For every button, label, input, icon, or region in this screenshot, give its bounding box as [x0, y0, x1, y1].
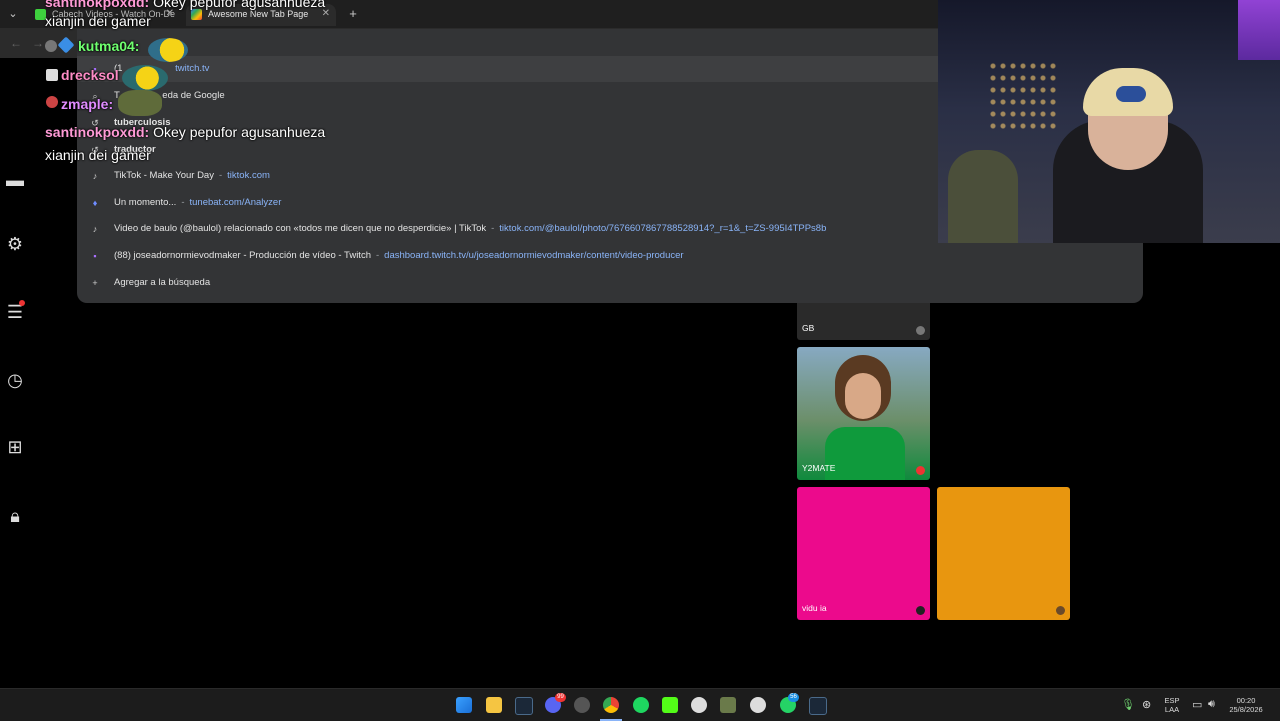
tile-favicon — [916, 466, 925, 475]
tunebat-icon: ♦ — [92, 198, 98, 208]
plus-icon: + — [92, 278, 98, 288]
gear-icon[interactable]: ⚙ — [5, 234, 25, 254]
whatsapp-badge: 56 — [788, 693, 799, 702]
chat-text: xianjin dei gamer — [45, 147, 151, 163]
suggestion-title: Agregar a la búsqueda — [114, 277, 211, 288]
discord-badge: 99 — [555, 693, 566, 702]
chrome-icon[interactable] — [603, 697, 619, 713]
chat-message: drecksol — [61, 67, 119, 83]
tile-favicon — [916, 326, 925, 335]
chat-text: Okey pepufor agusanhueza — [153, 0, 326, 10]
suggestion-title: Un momento... — [114, 197, 177, 208]
lock-icon[interactable]: 🔒︎ — [5, 506, 25, 526]
suggestion-title: TikTok - Make Your Day — [114, 170, 214, 181]
language-code: ESP — [1164, 696, 1180, 705]
emote-image — [148, 38, 188, 62]
omnibox-suggestion[interactable]: ▪ (88) joseadornormievodmaker - Producci… — [77, 243, 1143, 269]
chat-username: drecksol — [61, 67, 119, 83]
tile-favicon — [916, 606, 925, 615]
clock[interactable]: 00:20 25/8/2026 — [1224, 696, 1268, 714]
photo-shirt — [825, 427, 905, 480]
file-explorer-icon[interactable] — [486, 697, 502, 713]
tile-label: GB — [802, 323, 815, 333]
suggestion-title: Video de baulo (@baulol) relacionado con… — [114, 223, 487, 234]
shortcut-tile-gb[interactable]: GB — [797, 303, 930, 340]
omnibox-suggestion[interactable]: + Agregar a la búsqueda — [77, 270, 1143, 296]
volume-icon[interactable]: 🔊︎ — [1208, 698, 1215, 711]
emote-image — [122, 65, 168, 91]
windows-taskbar: 99 56 🎙︎ ⊛ ESP LAA ▭ 🔊︎ 00:20 25/8/2026 — [0, 688, 1280, 721]
microphone-icon[interactable]: 🎙︎ — [1121, 698, 1135, 711]
hat-logo — [1116, 86, 1146, 102]
tile-favicon — [1056, 606, 1065, 615]
twitch-icon: ▪ — [93, 251, 97, 261]
chat-text: Okey pepufor agusanhueza — [153, 124, 326, 140]
chat-username: santinokpoxdd: — [45, 0, 150, 10]
new-tab-icon — [191, 9, 202, 20]
tiktok-icon: ♪ — [92, 171, 98, 181]
chat-message: xianjin dei gamer — [45, 13, 151, 29]
chat-username: santinokpoxdd: — [45, 124, 150, 140]
city-lights — [988, 60, 1058, 130]
language-indicator[interactable]: ESP LAA — [1162, 696, 1182, 714]
chat-message: kutma04: — [78, 38, 139, 54]
back-arrow-icon[interactable]: ← — [10, 36, 22, 50]
chat-text: xianjin dei gamer — [45, 13, 151, 29]
purple-light — [1238, 0, 1280, 60]
shortcut-tile-orange[interactable] — [937, 487, 1070, 620]
chat-username: kutma04: — [78, 38, 140, 54]
chat-message: santinokpoxdd: Okey pepufor agusanhueza — [45, 124, 325, 140]
steam-icon[interactable] — [809, 697, 827, 715]
history-icon[interactable]: ◷ — [5, 370, 25, 390]
shortcut-tile-vidu[interactable]: vidu ia — [797, 487, 930, 620]
webcam-overlay — [938, 0, 1280, 243]
tile-label: vidu ia — [802, 603, 827, 613]
suggestion-url: tiktok.com/@baulol/photo/767660786778852… — [499, 223, 827, 234]
chat-username: zmaple: — [61, 96, 114, 112]
app-icon[interactable] — [720, 697, 736, 713]
chat-message: zmaple: — [61, 96, 113, 112]
shortcut-tile-y2mate[interactable]: Y2MATE — [797, 347, 930, 480]
ccleaner-icon[interactable] — [691, 697, 707, 713]
badge-icon — [45, 40, 57, 52]
ccleaner-icon[interactable] — [750, 697, 766, 713]
notification-dot — [19, 300, 25, 306]
kick-icon[interactable] — [662, 697, 678, 713]
spotify-icon[interactable] — [633, 697, 649, 713]
obs-icon[interactable] — [574, 697, 590, 713]
gamepad-icon[interactable]: ▬ — [5, 170, 25, 190]
chat-message: xianjin dei gamer — [45, 147, 151, 163]
badge-icon — [46, 96, 58, 108]
keyboard-layout: LAA — [1164, 705, 1180, 714]
display-icon[interactable]: ▭ — [1192, 698, 1202, 711]
chat-message: santinokpoxdd: Okey pepufor agusanhueza — [45, 0, 325, 10]
tile-label: Y2MATE — [802, 463, 836, 473]
windows-start-icon[interactable] — [456, 697, 472, 713]
steam-icon[interactable] — [515, 697, 533, 715]
tiktok-icon: ♪ — [92, 224, 98, 234]
checkbox-badge-icon — [46, 69, 58, 81]
suggestion-url: dashboard.twitch.tv/u/joseadornormievodm… — [384, 250, 684, 261]
clock-time: 00:20 — [1236, 696, 1256, 705]
tab-title: Awesome New Tab Page — [208, 9, 309, 19]
clock-date: 25/8/2026 — [1229, 705, 1263, 714]
plush-toy — [948, 150, 1018, 243]
emote-image — [118, 90, 162, 116]
forward-arrow-icon[interactable]: → — [32, 36, 44, 50]
suggestion-title: (88) joseadornormievodmaker - Producción… — [114, 250, 371, 261]
new-tab-button[interactable]: + — [346, 6, 360, 21]
suggestion-url: tunebat.com/Analyzer — [189, 197, 282, 208]
tab-search-button[interactable]: ⌄ — [4, 5, 22, 23]
photo-face — [845, 373, 881, 419]
network-icon[interactable]: ⊛ — [1142, 698, 1151, 711]
add-icon[interactable]: ⊞ — [5, 437, 25, 457]
suggestion-url: tiktok.com — [227, 170, 270, 181]
